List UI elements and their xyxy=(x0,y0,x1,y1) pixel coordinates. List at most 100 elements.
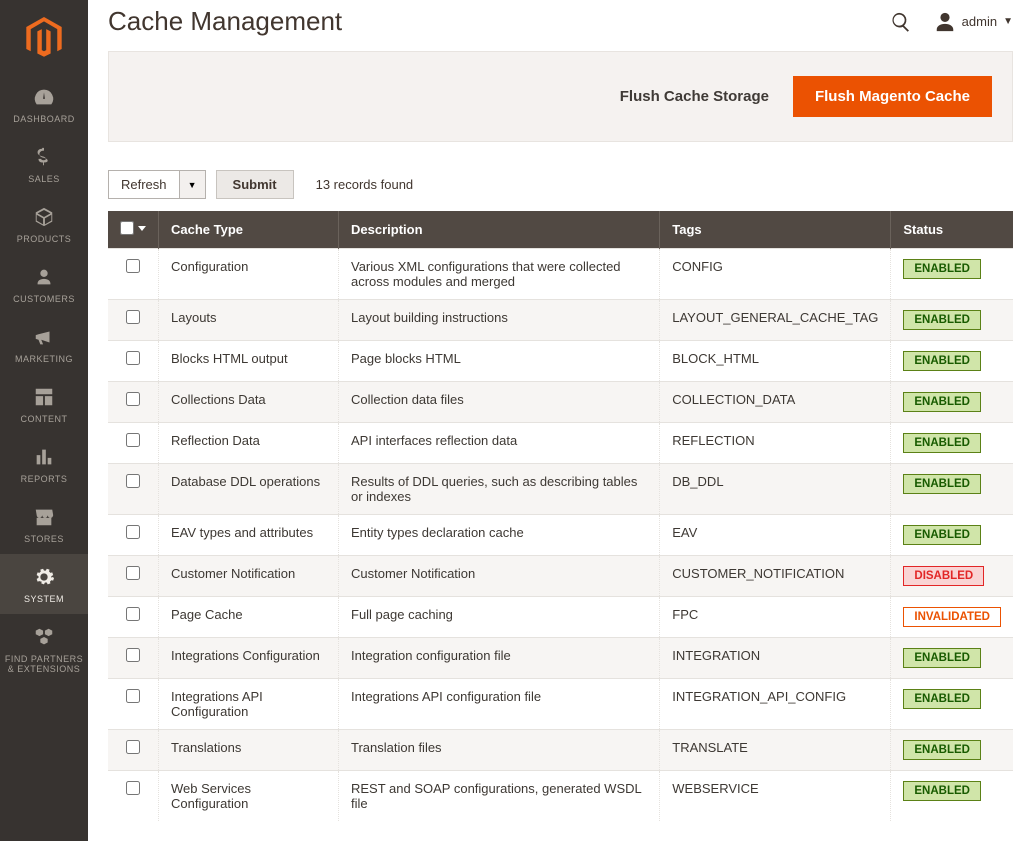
cell-status: ENABLED xyxy=(891,679,1013,730)
caret-down-icon: ▼ xyxy=(1003,16,1013,27)
sidebar-item-products[interactable]: PRODUCTS xyxy=(0,194,88,254)
row-checkbox[interactable] xyxy=(126,689,140,703)
cell-status: ENABLED xyxy=(891,382,1013,423)
table-row: Page CacheFull page cachingFPC INVALIDATE… xyxy=(108,597,1013,638)
sidebar-item-find-partners-extensions[interactable]: FIND PARTNERS & EXTENSIONS xyxy=(0,614,88,684)
row-checkbox[interactable] xyxy=(126,474,140,488)
table-row: Reflection DataAPI interfaces reflection… xyxy=(108,423,1013,464)
sidebar-item-system[interactable]: SYSTEM xyxy=(0,554,88,614)
status-badge: ENABLED xyxy=(903,259,981,279)
cell-description: Results of DDL queries, such as describi… xyxy=(339,464,660,515)
cell-status: ENABLED xyxy=(891,515,1013,556)
status-badge: ENABLED xyxy=(903,781,981,801)
row-checkbox[interactable] xyxy=(126,525,140,539)
layout-icon xyxy=(33,386,55,408)
sidebar-item-label: REPORTS xyxy=(4,474,84,484)
cell-cache-type: Blocks HTML output xyxy=(159,341,339,382)
search-icon[interactable] xyxy=(890,11,912,33)
action-bar: Flush Cache Storage Flush Magento Cache xyxy=(108,51,1013,142)
account-menu[interactable]: admin ▼ xyxy=(934,11,1013,33)
user-icon xyxy=(934,11,956,33)
cell-tags: CONFIG xyxy=(660,249,891,300)
cell-tags: DB_DDL xyxy=(660,464,891,515)
table-row: Integrations ConfigurationIntegration co… xyxy=(108,638,1013,679)
cell-description: Full page caching xyxy=(339,597,660,638)
cell-tags: INTEGRATION xyxy=(660,638,891,679)
row-checkbox[interactable] xyxy=(126,740,140,754)
row-checkbox[interactable] xyxy=(126,566,140,580)
flush-magento-cache-button[interactable]: Flush Magento Cache xyxy=(793,76,992,117)
mass-action-toggle[interactable]: ▼ xyxy=(180,170,206,199)
status-badge: INVALIDATED xyxy=(903,607,1001,627)
cell-description: Entity types declaration cache xyxy=(339,515,660,556)
flush-cache-storage-button[interactable]: Flush Cache Storage xyxy=(620,88,769,105)
sidebar-item-stores[interactable]: STORES xyxy=(0,494,88,554)
table-row: TranslationsTranslation filesTRANSLATEEN… xyxy=(108,730,1013,771)
row-checkbox[interactable] xyxy=(126,392,140,406)
col-header-checkbox[interactable] xyxy=(108,211,159,249)
cell-description: API interfaces reflection data xyxy=(339,423,660,464)
status-badge: ENABLED xyxy=(903,689,981,709)
sidebar-item-dashboard[interactable]: DASHBOARD xyxy=(0,74,88,134)
sidebar-item-label: CUSTOMERS xyxy=(4,294,84,304)
row-checkbox[interactable] xyxy=(126,607,140,621)
row-checkbox[interactable] xyxy=(126,259,140,273)
cell-status: ENABLED xyxy=(891,423,1013,464)
sidebar-item-sales[interactable]: SALES xyxy=(0,134,88,194)
sidebar-item-label: CONTENT xyxy=(4,414,84,424)
col-header-cache-type[interactable]: Cache Type xyxy=(159,211,339,249)
bars-icon xyxy=(33,446,55,468)
row-checkbox[interactable] xyxy=(126,351,140,365)
col-header-status[interactable]: Status xyxy=(891,211,1013,249)
cell-cache-type: Customer Notification xyxy=(159,556,339,597)
cell-tags: INTEGRATION_API_CONFIG xyxy=(660,679,891,730)
row-checkbox[interactable] xyxy=(126,310,140,324)
cell-cache-type: Collections Data xyxy=(159,382,339,423)
table-row: LayoutsLayout building instructionsLAYOU… xyxy=(108,300,1013,341)
col-header-description[interactable]: Description xyxy=(339,211,660,249)
sidebar-item-customers[interactable]: CUSTOMERS xyxy=(0,254,88,314)
cell-tags: WEBSERVICE xyxy=(660,771,891,822)
sidebar-item-reports[interactable]: REPORTS xyxy=(0,434,88,494)
cell-description: Customer Notification xyxy=(339,556,660,597)
cell-tags: CUSTOMER_NOTIFICATION xyxy=(660,556,891,597)
table-row: Database DDL operationsResults of DDL qu… xyxy=(108,464,1013,515)
status-badge: ENABLED xyxy=(903,740,981,760)
cell-cache-type: Web Services Configuration xyxy=(159,771,339,822)
cell-tags: EAV xyxy=(660,515,891,556)
status-badge: ENABLED xyxy=(903,392,981,412)
select-all-checkbox[interactable] xyxy=(120,221,134,235)
table-row: EAV types and attributesEntity types dec… xyxy=(108,515,1013,556)
cell-description: Integration configuration file xyxy=(339,638,660,679)
table-row: Web Services ConfigurationREST and SOAP … xyxy=(108,771,1013,822)
main-content: Cache Management admin ▼ Flush Cache Sto… xyxy=(88,0,1033,841)
cell-status: DISABLED xyxy=(891,556,1013,597)
row-checkbox[interactable] xyxy=(126,781,140,795)
submit-button[interactable]: Submit xyxy=(216,170,294,199)
sidebar-item-label: SALES xyxy=(4,174,84,184)
cell-tags: FPC xyxy=(660,597,891,638)
cell-status: ENABLED xyxy=(891,771,1013,822)
row-checkbox[interactable] xyxy=(126,433,140,447)
sidebar-item-label: FIND PARTNERS & EXTENSIONS xyxy=(4,654,84,674)
mass-action-select[interactable]: Refresh xyxy=(108,170,180,199)
status-badge: DISABLED xyxy=(903,566,984,586)
sidebar-item-marketing[interactable]: MARKETING xyxy=(0,314,88,374)
megaphone-icon xyxy=(33,326,55,348)
cell-cache-type: Page Cache xyxy=(159,597,339,638)
col-header-tags[interactable]: Tags xyxy=(660,211,891,249)
cell-cache-type: Integrations API Configuration xyxy=(159,679,339,730)
status-badge: ENABLED xyxy=(903,648,981,668)
status-badge: ENABLED xyxy=(903,474,981,494)
grid-toolbar: Refresh ▼ Submit 13 records found xyxy=(108,170,1013,199)
cell-status: ENABLED xyxy=(891,638,1013,679)
table-row: Customer NotificationCustomer Notificati… xyxy=(108,556,1013,597)
cell-cache-type: Configuration xyxy=(159,249,339,300)
cell-description: Collection data files xyxy=(339,382,660,423)
cell-tags: REFLECTION xyxy=(660,423,891,464)
sidebar-item-content[interactable]: CONTENT xyxy=(0,374,88,434)
box-icon xyxy=(33,206,55,228)
checkbox-dropdown-icon[interactable] xyxy=(138,226,146,231)
table-row: ConfigurationVarious XML configurations … xyxy=(108,249,1013,300)
row-checkbox[interactable] xyxy=(126,648,140,662)
